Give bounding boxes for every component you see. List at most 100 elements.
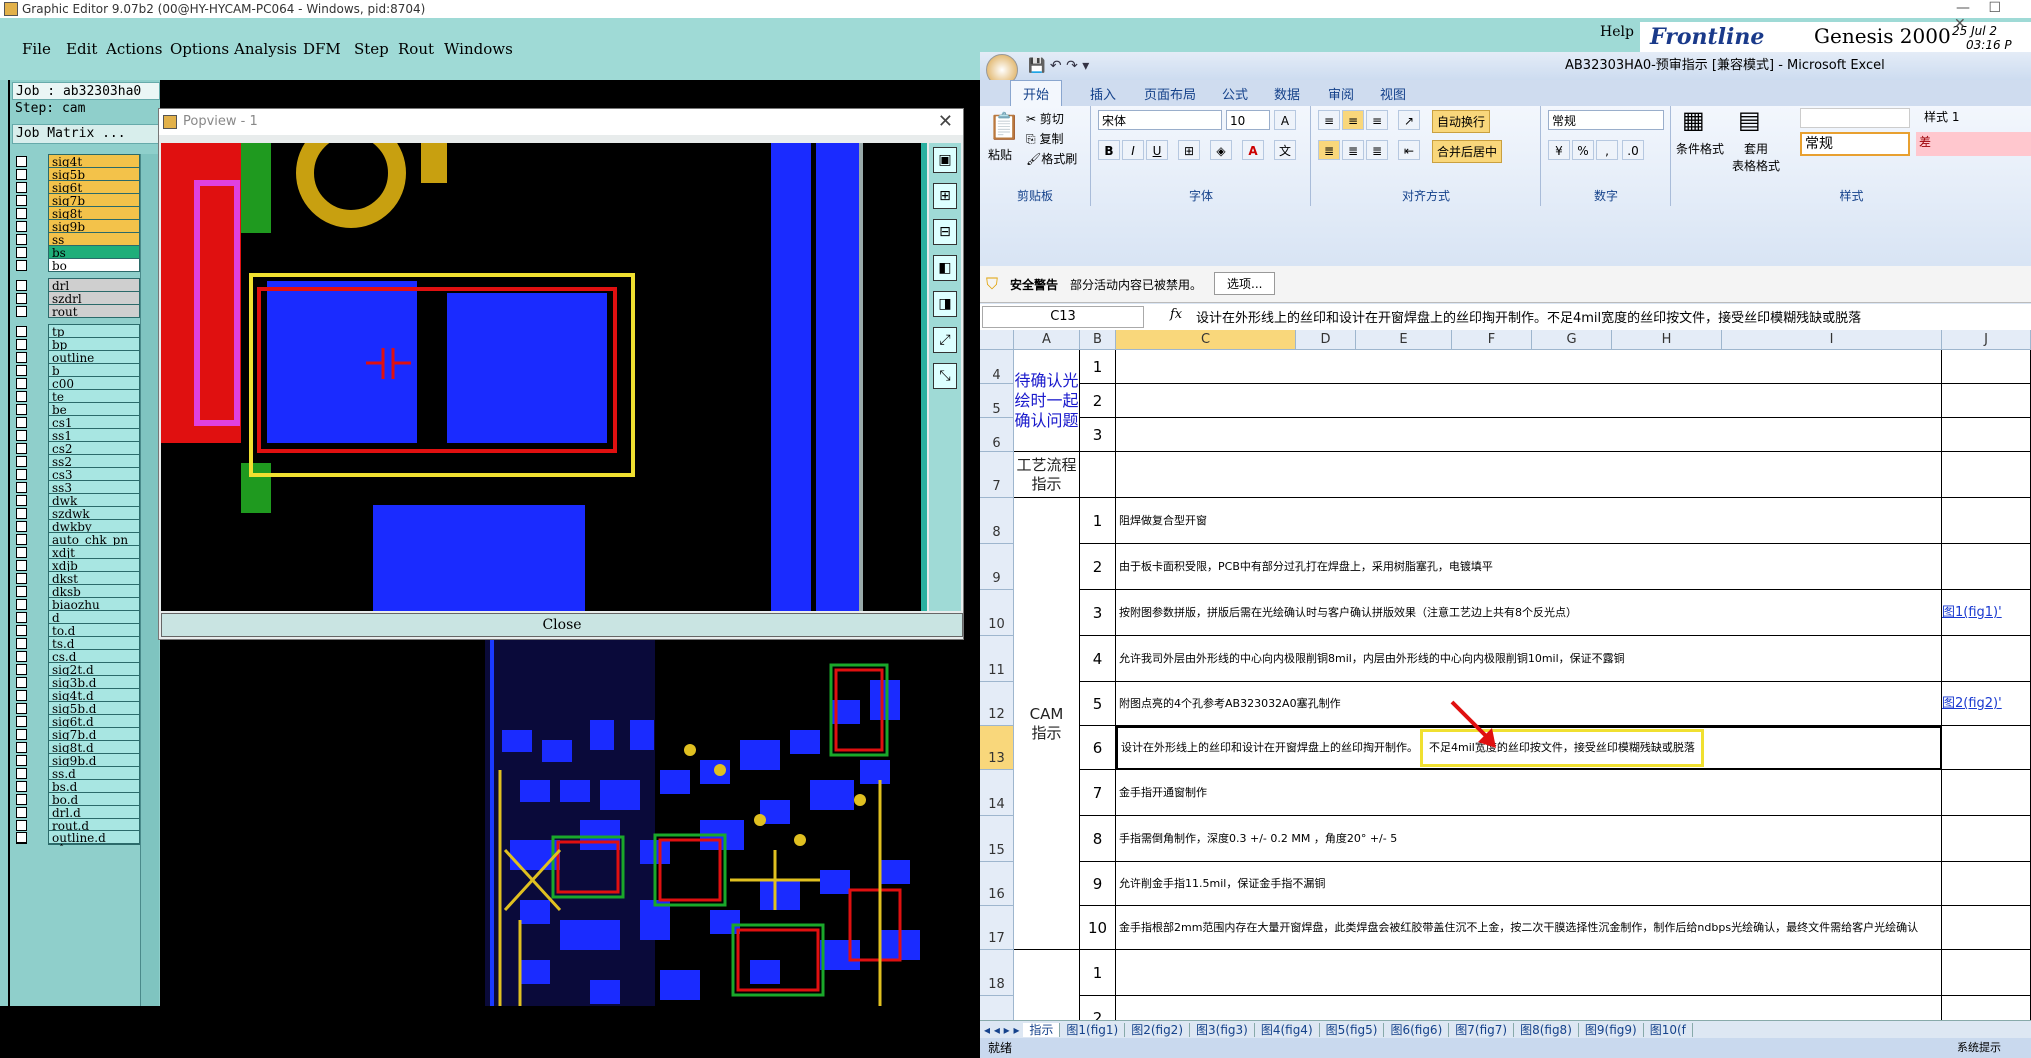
instruction-cell[interactable]: 附图点亮的4个孔参考AB323032A0塞孔制作 <box>1116 682 1942 726</box>
popview-close-button[interactable]: Close <box>161 613 963 637</box>
link-cell[interactable] <box>1942 350 2031 384</box>
instruction-cell[interactable]: 金手指根部2mm范围内存在大量开窗焊盘，此类焊盘会被红胶带盖住沉不上金，按二次干… <box>1116 906 1942 950</box>
layer-checkbox[interactable] <box>16 326 27 337</box>
layer-checkbox[interactable] <box>16 169 27 180</box>
item-number-cell[interactable]: 1 <box>1080 950 1116 996</box>
layer-checkbox[interactable] <box>16 293 27 304</box>
section-process-cell[interactable]: 工艺流程指示 <box>1014 452 1080 498</box>
link-cell[interactable] <box>1942 816 2031 862</box>
link-cell[interactable] <box>1942 996 2031 1020</box>
instruction-cell[interactable] <box>1116 350 1942 384</box>
link-cell[interactable]: 图2(fig2)' <box>1942 682 2031 726</box>
menu-dfm[interactable]: DFM <box>303 40 341 58</box>
minimize-icon[interactable]: — <box>1956 0 1970 16</box>
sheet-tab[interactable]: 图1(fig1) <box>1060 1023 1126 1037</box>
underline-icon[interactable]: U <box>1146 140 1168 160</box>
item-number-cell[interactable]: 3 <box>1080 590 1116 636</box>
item-number-cell[interactable]: 6 <box>1080 726 1116 770</box>
layer-checkbox[interactable] <box>16 677 27 688</box>
layer-row[interactable]: bo.d <box>10 792 140 807</box>
conditional-format-icon[interactable]: ▦ <box>1682 106 1705 134</box>
layer-checkbox[interactable] <box>16 339 27 350</box>
security-options-button[interactable]: 选项... <box>1214 272 1276 295</box>
column-header[interactable]: C <box>1116 330 1296 350</box>
menu-analysis[interactable]: Analysis <box>234 40 297 58</box>
row-header[interactable]: 17 <box>980 906 1014 950</box>
style-bad[interactable]: 差 <box>1916 132 2031 156</box>
layer-checkbox[interactable] <box>16 755 27 766</box>
maximize-icon[interactable]: ☐ <box>1988 0 2001 16</box>
instruction-cell[interactable]: 由于板卡面积受限，PCB中有部分过孔打在焊盘上，采用树脂塞孔，电镀填平 <box>1116 544 1942 590</box>
item-number-cell[interactable]: 2 <box>1080 384 1116 418</box>
layer-row[interactable]: cs1 <box>10 415 140 430</box>
sheet-tab[interactable]: 图4(fig4) <box>1254 1023 1320 1037</box>
table-format-button[interactable]: 套用 表格格式 <box>1732 140 1780 174</box>
fill-color-icon[interactable]: ◈ <box>1210 140 1232 160</box>
layer-list-scrollbar[interactable] <box>140 154 159 1006</box>
layer-row[interactable]: szdwk <box>10 506 140 521</box>
layer-row[interactable]: cs2 <box>10 441 140 456</box>
layer-checkbox[interactable] <box>16 560 27 571</box>
conditional-format-button[interactable]: 条件格式 <box>1676 140 1724 157</box>
layer-checkbox[interactable] <box>16 768 27 779</box>
layer-checkbox[interactable] <box>16 690 27 701</box>
layer-checkbox[interactable] <box>16 443 27 454</box>
layer-checkbox[interactable] <box>16 365 27 376</box>
layer-checkbox[interactable] <box>16 703 27 714</box>
bold-icon[interactable]: B <box>1098 140 1120 160</box>
sheet-tab[interactable]: 图6(fig6) <box>1384 1023 1450 1037</box>
row-header[interactable]: 10 <box>980 590 1014 636</box>
align-right-icon[interactable]: ≣ <box>1366 140 1388 160</box>
item-number-cell[interactable] <box>1080 452 1116 498</box>
quick-access-icon[interactable]: 💾 ↶ ↷ ▾ <box>1028 52 1089 80</box>
link-cell[interactable] <box>1942 452 2031 498</box>
layer-checkbox[interactable] <box>16 404 27 415</box>
layer-row[interactable]: cs3 <box>10 467 140 482</box>
layer-checkbox[interactable] <box>16 729 27 740</box>
job-matrix-button[interactable]: Job Matrix ... <box>12 124 160 144</box>
layer-row[interactable]: be <box>10 402 140 417</box>
layer-checkbox[interactable] <box>16 638 27 649</box>
layer-checkbox[interactable] <box>16 469 27 480</box>
layer-row[interactable]: biaozhu <box>10 597 140 612</box>
layer-checkbox[interactable] <box>16 417 27 428</box>
tab-page-layout[interactable]: 页面布局 <box>1144 84 1196 103</box>
layer-checkbox[interactable] <box>16 221 27 232</box>
name-box[interactable]: C13 <box>982 306 1144 328</box>
layer-checkbox[interactable] <box>16 208 27 219</box>
tab-formulas[interactable]: 公式 <box>1222 84 1248 103</box>
layer-row[interactable]: ss.d <box>10 766 140 781</box>
increase-decimal-icon[interactable]: .0 <box>1622 140 1644 160</box>
row-header[interactable]: 7 <box>980 452 1014 498</box>
tab-view[interactable]: 视图 <box>1380 84 1406 103</box>
close-icon[interactable]: ✕ <box>938 109 953 135</box>
layer-row[interactable]: dwkby <box>10 519 140 534</box>
layer-row[interactable]: ts.d <box>10 636 140 651</box>
layer-checkbox[interactable] <box>16 794 27 805</box>
layer-checkbox[interactable] <box>16 247 27 258</box>
layer-checkbox[interactable] <box>16 547 27 558</box>
row-header[interactable]: 13 <box>980 726 1014 770</box>
layer-row[interactable]: sig2t.d <box>10 662 140 677</box>
menu-rout[interactable]: Rout <box>398 40 434 58</box>
layer-row[interactable]: bs.d <box>10 779 140 794</box>
layer-row[interactable]: sig4t <box>10 154 140 169</box>
layer-checkbox[interactable] <box>16 378 27 389</box>
layer-checkbox[interactable] <box>16 234 27 245</box>
tab-home[interactable]: 开始 <box>1010 80 1063 106</box>
sheet-tab[interactable]: 指示 <box>1023 1023 1061 1037</box>
layer-row[interactable]: drl <box>10 278 140 293</box>
link-cell[interactable] <box>1942 950 2031 996</box>
function-icon[interactable]: fx <box>1170 307 1182 322</box>
layer-checkbox[interactable] <box>16 612 27 623</box>
orientation-icon[interactable]: ↗ <box>1398 110 1420 130</box>
font-color-icon[interactable]: A <box>1242 140 1264 160</box>
table-format-icon[interactable]: ▤ <box>1738 106 1761 134</box>
layer-checkbox[interactable] <box>16 280 27 291</box>
font-name-select[interactable]: 宋体 <box>1098 110 1222 130</box>
layer-checkbox[interactable] <box>16 156 27 167</box>
row-header[interactable]: 12 <box>980 682 1014 726</box>
expand-icon[interactable]: ⤢ <box>933 327 957 353</box>
layer-row[interactable]: drl.d <box>10 805 140 820</box>
item-number-cell[interactable]: 3 <box>1080 418 1116 452</box>
